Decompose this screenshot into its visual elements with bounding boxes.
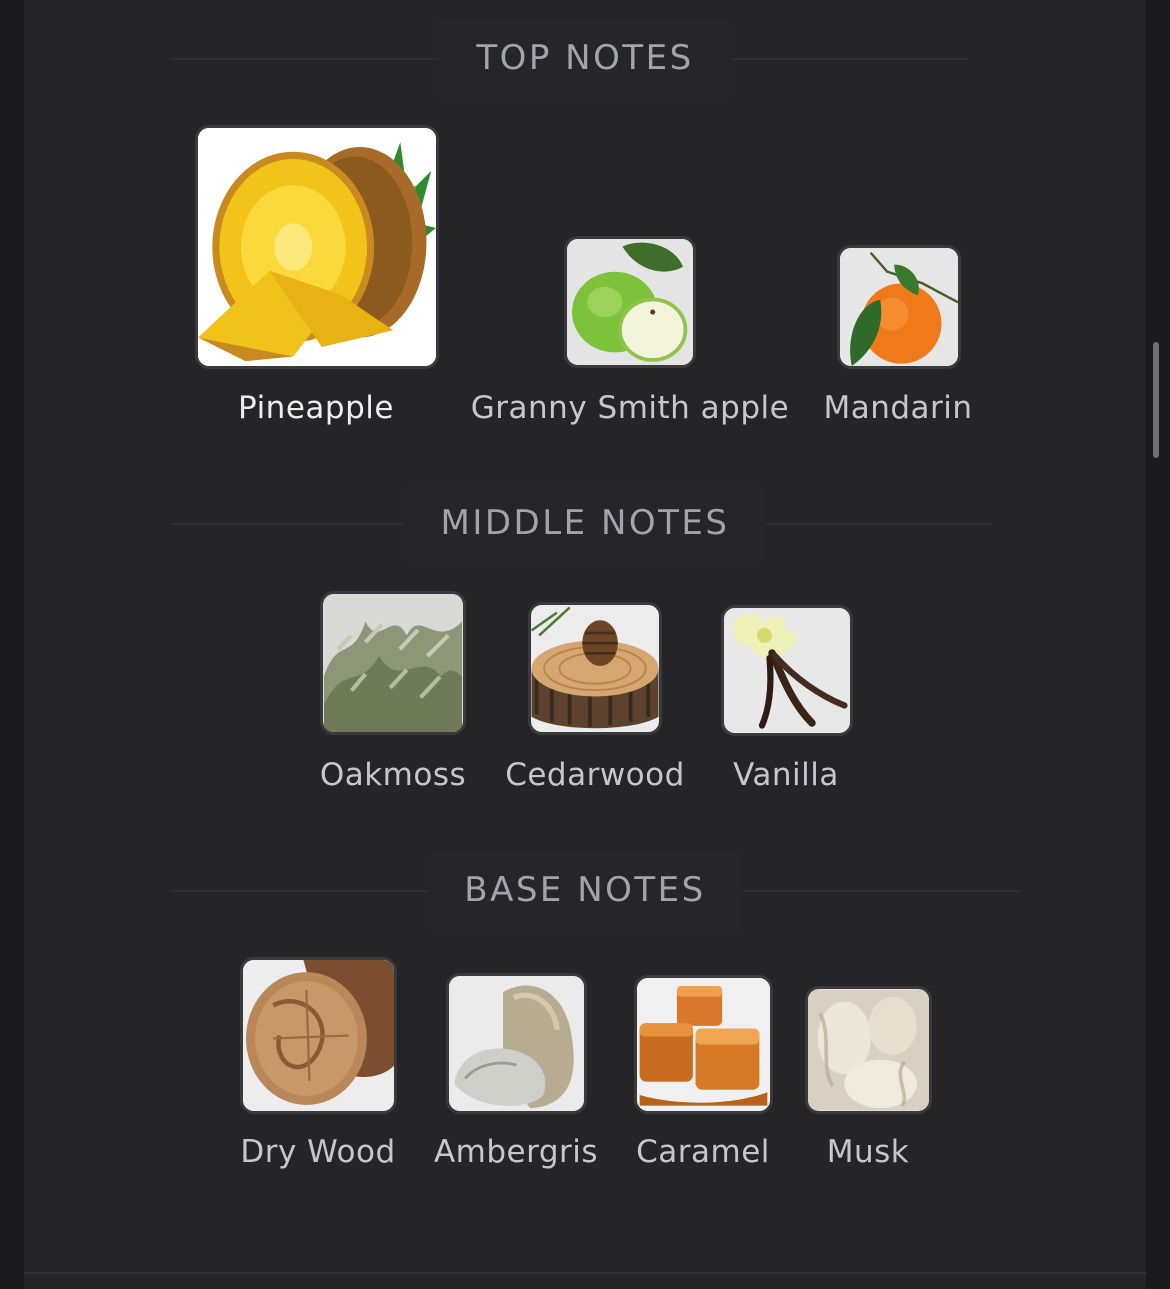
note-label: Vanilla xyxy=(733,757,839,793)
note-label: Cedarwood xyxy=(505,757,685,793)
heading-rule-left xyxy=(170,58,438,60)
note-label: Caramel xyxy=(636,1134,770,1170)
dry-wood-icon[interactable] xyxy=(240,957,397,1114)
cedarwood-icon[interactable] xyxy=(528,602,662,735)
heading-rule-right xyxy=(742,890,1020,892)
section-title: TOP NOTES xyxy=(438,18,732,98)
heading-rule-left xyxy=(170,523,404,525)
vanilla-icon[interactable] xyxy=(721,605,853,736)
musk-icon[interactable] xyxy=(805,986,932,1114)
note-label: Oakmoss xyxy=(319,757,467,793)
heading-rule-left xyxy=(170,890,428,892)
panel-divider xyxy=(24,1272,1146,1274)
oakmoss-icon[interactable] xyxy=(320,591,466,735)
green-apple-icon[interactable] xyxy=(564,236,696,368)
note-label: Pineapple xyxy=(238,390,394,426)
heading-rule-right xyxy=(732,58,968,60)
section-heading-top-notes: TOP NOTES xyxy=(0,18,1170,98)
caramel-icon[interactable] xyxy=(634,975,773,1114)
pineapple-icon[interactable] xyxy=(195,125,439,369)
heading-rule-right xyxy=(766,523,992,525)
scrollbar-thumb[interactable] xyxy=(1153,342,1159,458)
section-title: BASE NOTES xyxy=(428,850,742,930)
section-heading-middle-notes: MIDDLE NOTES xyxy=(0,483,1170,563)
section-title: MIDDLE NOTES xyxy=(404,483,766,563)
mandarin-icon[interactable] xyxy=(837,245,961,369)
note-label: Ambergris xyxy=(433,1134,599,1170)
note-label: Mandarin xyxy=(823,390,973,426)
note-label: Musk xyxy=(826,1134,910,1170)
ambergris-icon[interactable] xyxy=(446,973,587,1114)
note-label: Dry Wood xyxy=(240,1134,396,1170)
section-heading-base-notes: BASE NOTES xyxy=(0,850,1170,930)
note-label: Granny Smith apple xyxy=(470,390,790,426)
